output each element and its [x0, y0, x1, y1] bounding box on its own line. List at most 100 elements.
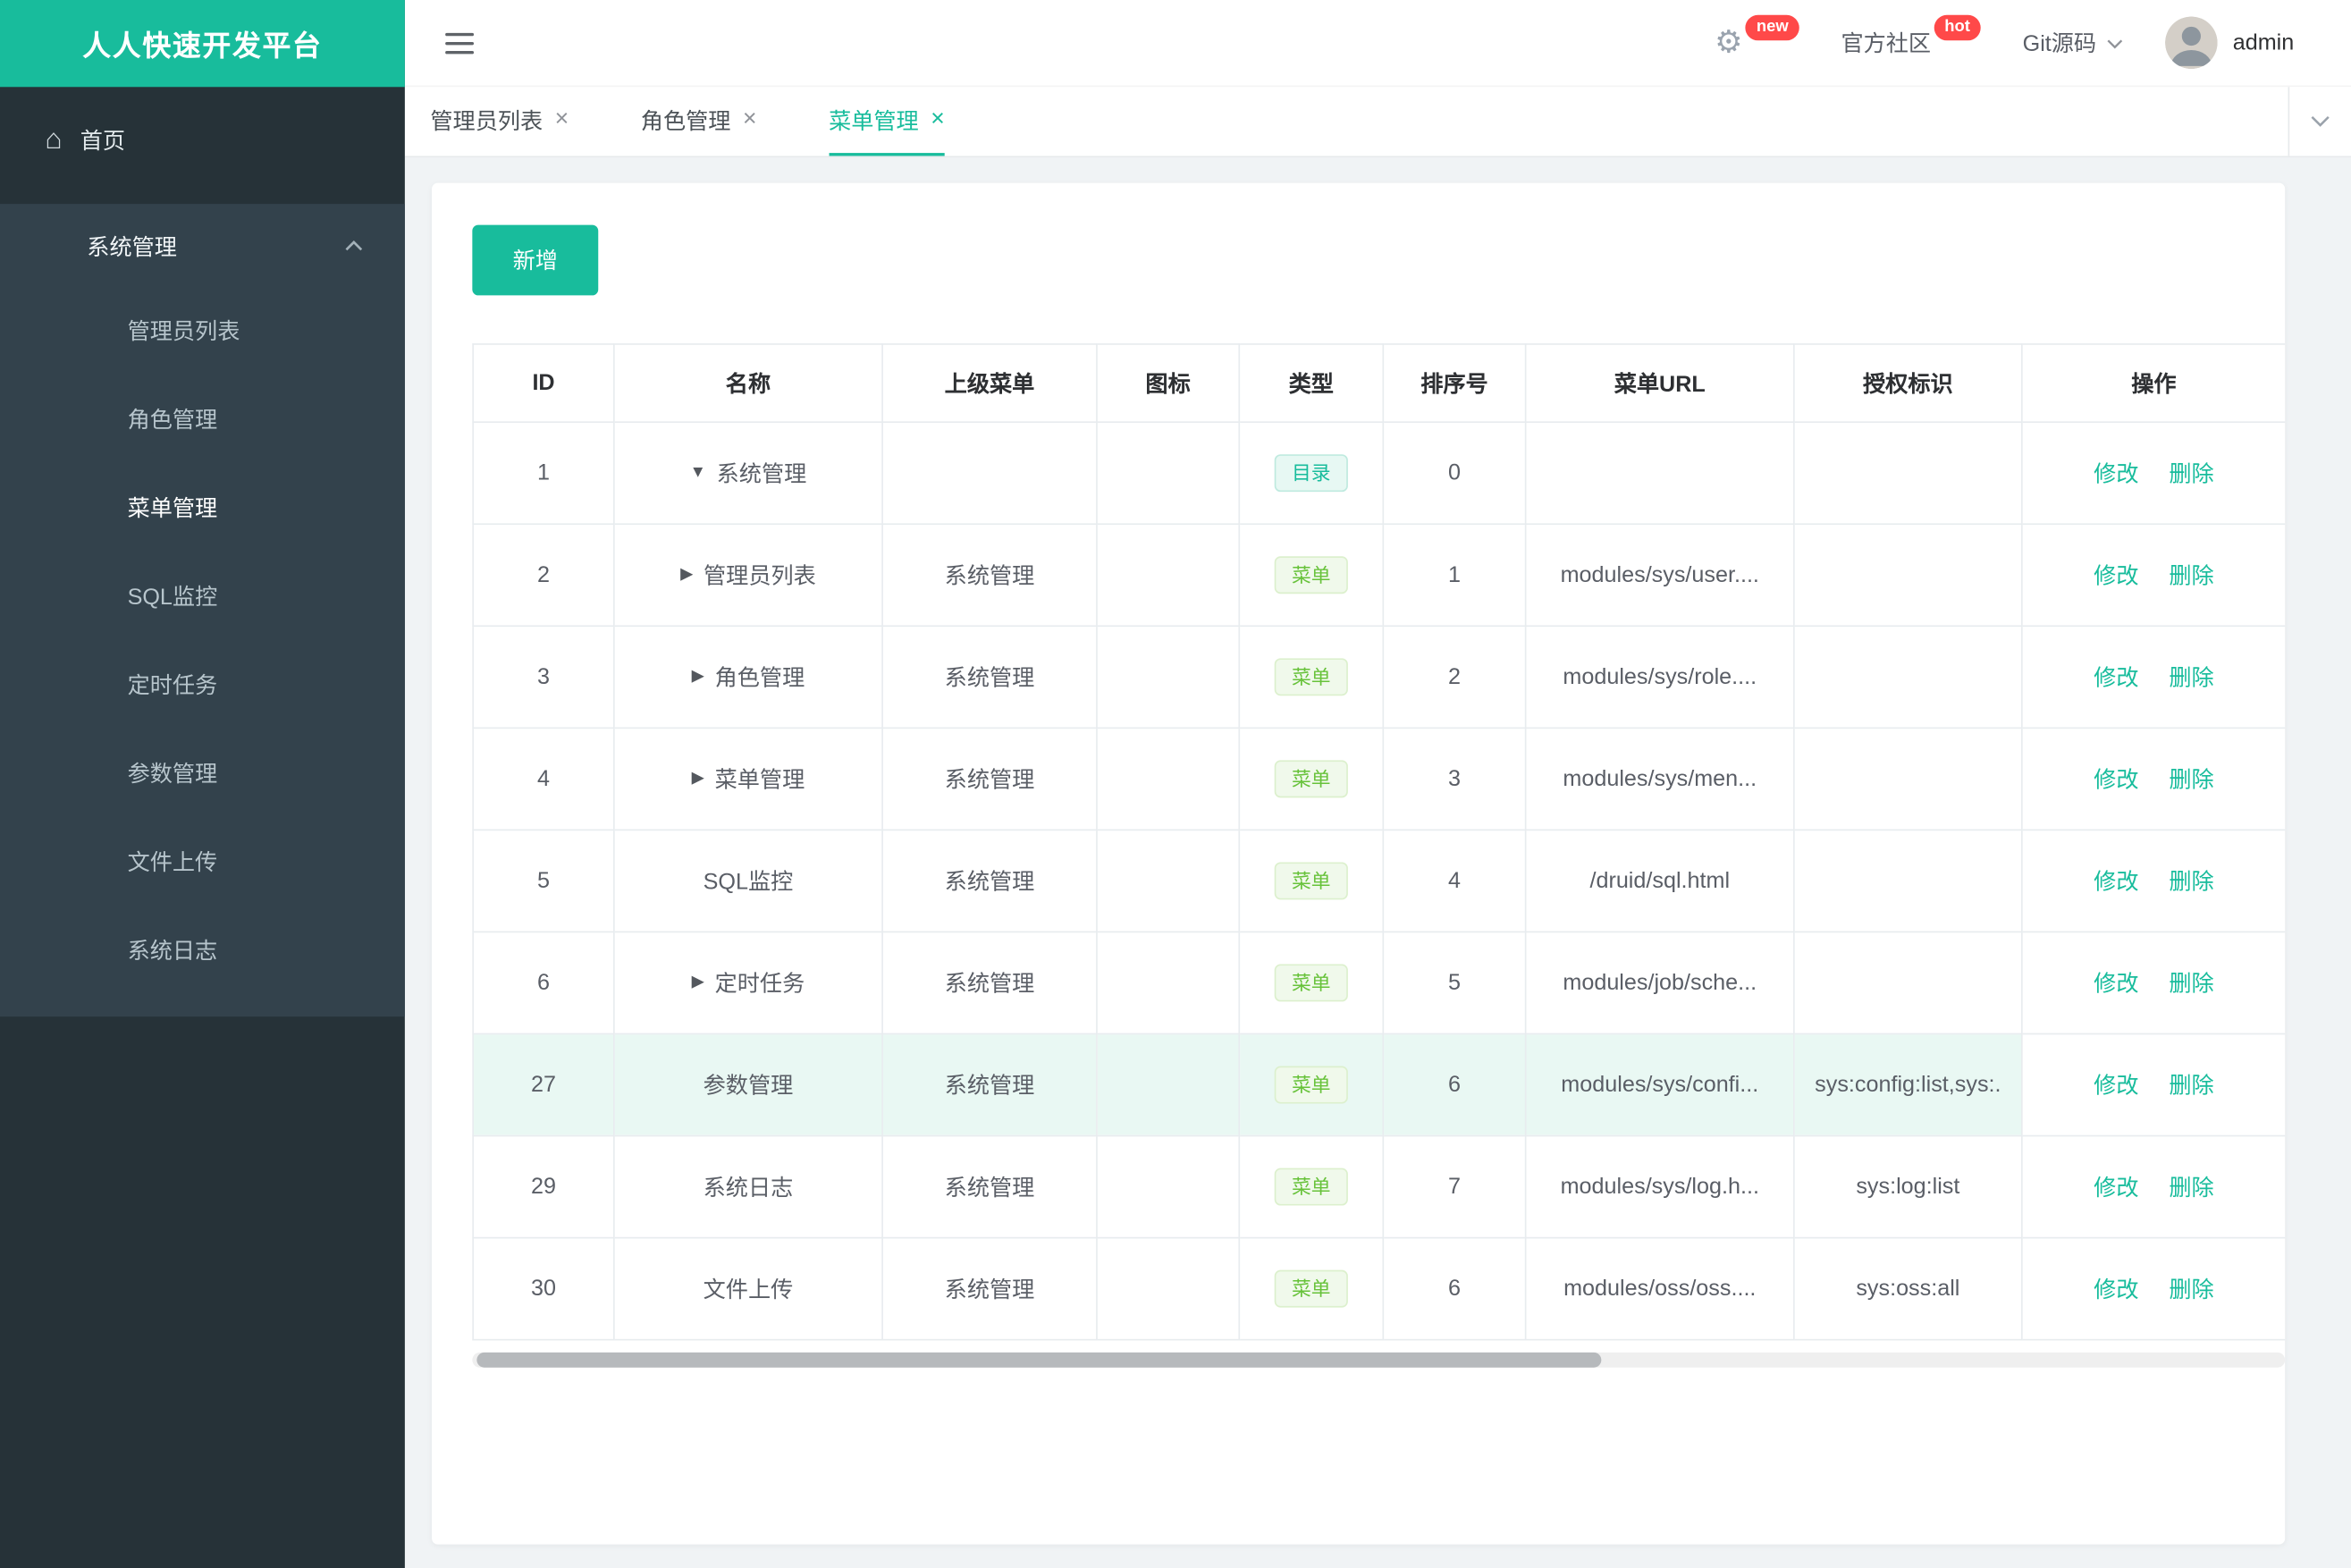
delete-link[interactable]: 删除 — [2169, 1176, 2213, 1201]
table-row[interactable]: 2 ▶ 管理员列表 系统管理 菜单 1 modules/sys/user....… — [472, 523, 2286, 628]
edit-link[interactable]: 修改 — [2094, 870, 2138, 896]
sidebar-item[interactable]: 管理员列表 — [0, 288, 405, 376]
username: admin — [2232, 30, 2295, 56]
cell-id: 30 — [472, 1236, 615, 1341]
tab[interactable]: 菜单管理 × — [829, 87, 945, 156]
sidebar-item-label: 文件上传 — [127, 850, 218, 876]
git-source-dropdown[interactable]: Git源码 — [2023, 27, 2124, 58]
edit-link[interactable]: 修改 — [2094, 1277, 2138, 1303]
sidebar-item-label: 参数管理 — [127, 762, 218, 788]
column-header-perm: 授权标识 — [1793, 343, 2023, 423]
expand-arrow-icon[interactable]: ▼ — [690, 464, 706, 481]
horizontal-scrollbar[interactable] — [472, 1352, 2286, 1368]
cell-actions: 修改 删除 — [2020, 1236, 2286, 1341]
sidebar-item[interactable]: 定时任务 — [0, 642, 405, 730]
expand-arrow-icon[interactable]: ▶ — [692, 668, 704, 685]
tab-close-icon[interactable]: × — [931, 107, 945, 132]
cell-perm — [1793, 931, 2023, 1035]
table-row[interactable]: 27 参数管理 系统管理 菜单 6 modules/sys/confi... s… — [472, 1033, 2286, 1137]
edit-link[interactable]: 修改 — [2094, 564, 2138, 590]
table-row[interactable]: 3 ▶ 角色管理 系统管理 菜单 2 modules/sys/role.... … — [472, 625, 2286, 729]
cell-actions: 修改 删除 — [2020, 727, 2286, 831]
table-row[interactable]: 6 ▶ 定时任务 系统管理 菜单 5 modules/job/sche... 修… — [472, 931, 2286, 1035]
edit-link[interactable]: 修改 — [2094, 1074, 2138, 1100]
edit-link[interactable]: 修改 — [2094, 666, 2138, 692]
table-row[interactable]: 4 ▶ 菜单管理 系统管理 菜单 3 modules/sys/men... 修改… — [472, 727, 2286, 831]
cell-id: 29 — [472, 1134, 615, 1239]
table-row[interactable]: 1 ▼ 系统管理 目录 0 修改 删除 — [472, 421, 2286, 526]
edit-link[interactable]: 修改 — [2094, 768, 2138, 794]
cell-actions: 修改 删除 — [2020, 625, 2286, 729]
cell-order: 4 — [1382, 829, 1527, 933]
delete-link[interactable]: 删除 — [2169, 1074, 2213, 1100]
scrollbar-thumb[interactable] — [476, 1352, 1601, 1368]
cell-parent: 系统管理 — [881, 523, 1098, 628]
sidebar-item[interactable]: SQL监控 — [0, 553, 405, 642]
menu-toggle-button[interactable] — [445, 32, 475, 54]
sidebar-item[interactable]: 参数管理 — [0, 730, 405, 819]
cell-url: modules/job/sche... — [1524, 931, 1795, 1035]
add-button[interactable]: 新增 — [472, 224, 599, 296]
column-header-icon: 图标 — [1096, 343, 1241, 423]
sidebar-submenu: 管理员列表 角色管理 菜单管理 SQL监控 定时任务 参数管理 文件上传 系统日… — [0, 282, 405, 995]
edit-link[interactable]: 修改 — [2094, 462, 2138, 488]
delete-link[interactable]: 删除 — [2169, 1277, 2213, 1303]
community-link[interactable]: 官方社区 hot — [1841, 14, 1981, 58]
delete-link[interactable]: 删除 — [2169, 870, 2213, 896]
sidebar-group-toggle[interactable]: 系统管理 — [0, 210, 405, 282]
tab[interactable]: 角色管理 × — [641, 87, 757, 156]
table-row[interactable]: 30 文件上传 系统管理 菜单 6 modules/oss/oss.... sy… — [472, 1236, 2286, 1341]
sidebar-item[interactable]: 角色管理 — [0, 376, 405, 465]
table-row[interactable]: 5 SQL监控 系统管理 菜单 4 /druid/sql.html 修改 删除 — [472, 829, 2286, 933]
app-root: 人人快速开发平台 ⌂ 首页 系统管理 管理员列表 角色管理 菜单管理 SQL监控… — [0, 0, 2351, 1568]
cell-name-text: 参数管理 — [703, 1073, 794, 1100]
cell-name: ▶ 菜单管理 — [613, 727, 883, 831]
menu-management-panel: 新增 ID 名称 上级菜单 图标 类型 排序号 菜单URL 授权标识 操作 1 … — [432, 182, 2286, 1545]
topbar-right: ⚙ new 官方社区 hot Git源码 admin — [1715, 14, 2295, 70]
cell-perm: sys:config:list,sys:. — [1793, 1033, 2023, 1137]
delete-link[interactable]: 删除 — [2169, 768, 2213, 794]
cell-url: modules/sys/log.h... — [1524, 1134, 1795, 1239]
sidebar-item-label: 角色管理 — [127, 408, 218, 434]
delete-link[interactable]: 删除 — [2169, 666, 2213, 692]
expand-arrow-icon[interactable]: ▶ — [692, 974, 704, 991]
tab-close-icon[interactable]: × — [743, 107, 757, 132]
cell-order: 6 — [1382, 1236, 1527, 1341]
type-badge: 菜单 — [1275, 657, 1348, 696]
cell-type: 菜单 — [1238, 1033, 1385, 1137]
settings-button[interactable]: ⚙ new — [1715, 14, 1799, 58]
cell-actions: 修改 删除 — [2020, 523, 2286, 628]
sidebar-item-label: SQL监控 — [127, 585, 218, 611]
sidebar-item-home[interactable]: ⌂ 首页 — [0, 96, 405, 182]
delete-link[interactable]: 删除 — [2169, 564, 2213, 590]
cell-icon — [1096, 625, 1241, 729]
expand-arrow-icon[interactable]: ▶ — [692, 770, 704, 787]
delete-link[interactable]: 删除 — [2169, 972, 2213, 998]
home-icon: ⌂ — [45, 123, 63, 156]
sidebar-item-label: 菜单管理 — [127, 496, 218, 522]
edit-link[interactable]: 修改 — [2094, 1176, 2138, 1201]
user-menu[interactable]: admin — [2165, 16, 2295, 70]
column-header-id: ID — [472, 343, 615, 423]
cell-name: 文件上传 — [613, 1236, 883, 1341]
tab[interactable]: 管理员列表 × — [430, 87, 569, 156]
table-row[interactable]: 29 系统日志 系统管理 菜单 7 modules/sys/log.h... s… — [472, 1134, 2286, 1239]
tab-close-icon[interactable]: × — [555, 107, 569, 132]
tabs-dropdown-button[interactable] — [2288, 87, 2351, 156]
cell-type: 菜单 — [1238, 1134, 1385, 1239]
cell-parent: 系统管理 — [881, 1134, 1098, 1239]
cell-perm — [1793, 523, 2023, 628]
sidebar-item[interactable]: 文件上传 — [0, 819, 405, 907]
sidebar-item[interactable]: 菜单管理 — [0, 465, 405, 553]
sidebar-item[interactable]: 系统日志 — [0, 907, 405, 996]
cell-name: ▼ 系统管理 — [613, 421, 883, 526]
expand-arrow-icon[interactable]: ▶ — [680, 566, 693, 583]
cell-icon — [1096, 523, 1241, 628]
sidebar-item-label: 定时任务 — [127, 673, 218, 699]
tab-label: 菜单管理 — [829, 108, 919, 135]
cell-type: 目录 — [1238, 421, 1385, 526]
edit-link[interactable]: 修改 — [2094, 972, 2138, 998]
cell-id: 27 — [472, 1033, 615, 1137]
delete-link[interactable]: 删除 — [2169, 462, 2213, 488]
avatar — [2165, 16, 2218, 70]
